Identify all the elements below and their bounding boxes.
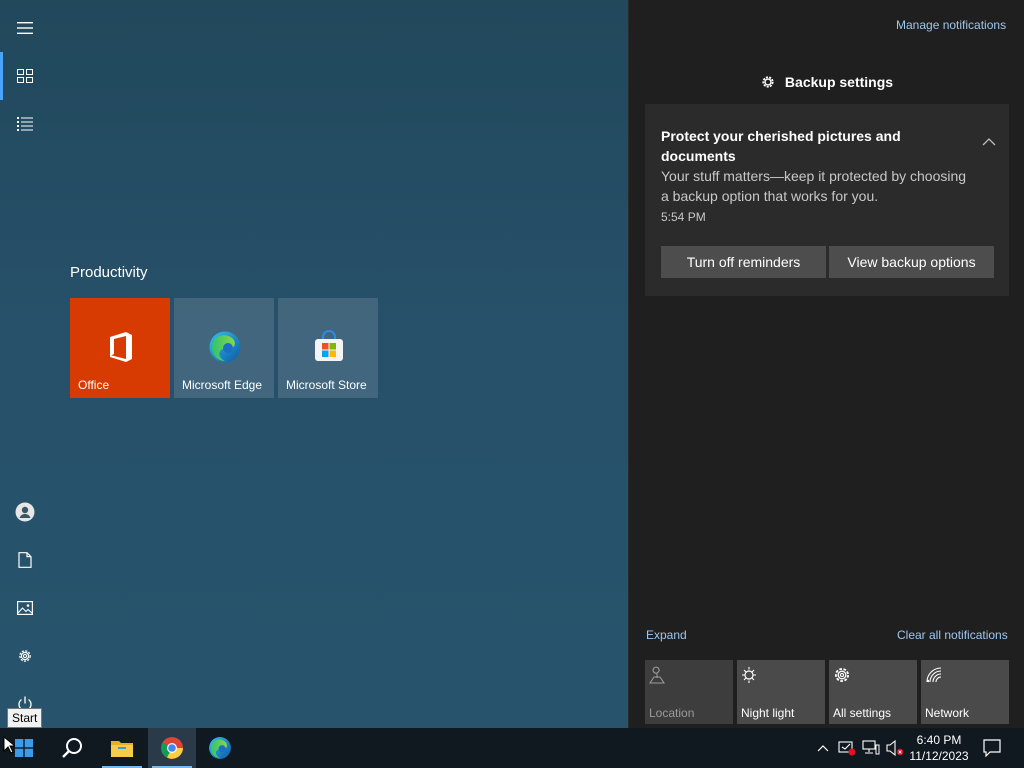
store-icon <box>315 330 343 361</box>
tile-label: Office <box>78 378 110 392</box>
expand-menu-button[interactable] <box>0 4 50 52</box>
picture-icon <box>17 601 33 615</box>
windows-logo-icon <box>15 739 33 757</box>
file-explorer-button[interactable] <box>98 728 146 768</box>
action-center-button[interactable] <box>981 737 1003 759</box>
all-apps-button[interactable] <box>0 100 50 148</box>
expand-link[interactable]: Expand <box>646 628 687 642</box>
mouse-cursor-icon <box>3 736 15 754</box>
quick-action-label: All settings <box>833 706 892 720</box>
hamburger-icon <box>17 22 33 34</box>
quick-action-network[interactable]: Network <box>921 660 1009 724</box>
quick-action-label: Location <box>649 706 695 720</box>
gear-icon <box>19 650 31 662</box>
edge-icon <box>209 737 231 759</box>
office-icon <box>110 332 132 362</box>
quick-action-all-settings[interactable]: All settings <box>829 660 917 724</box>
notification-card[interactable]: Protect your cherished pictures and docu… <box>645 104 1009 296</box>
clear-all-notifications-link[interactable]: Clear all notifications <box>897 628 1008 642</box>
tile-microsoft-edge[interactable]: Microsoft Edge <box>174 298 274 398</box>
start-rail <box>0 0 50 728</box>
pinned-tiles-button[interactable] <box>0 52 50 100</box>
settings-button[interactable] <box>0 632 50 680</box>
chrome-button[interactable] <box>148 728 196 768</box>
clock-time: 6:40 PM <box>916 733 962 747</box>
edge-button[interactable] <box>196 728 244 768</box>
notification-body: Your stuff matters—keep it protected by … <box>661 168 967 204</box>
start-menu: Start Productivity Office Microsoft Edge… <box>0 0 628 728</box>
notification-app-name: Backup settings <box>784 74 894 90</box>
quick-action-label: Night light <box>741 706 795 720</box>
search-icon <box>62 738 82 758</box>
clock-date: 11/12/2023 <box>909 749 969 763</box>
gear-icon <box>762 76 774 88</box>
list-icon <box>17 117 33 131</box>
taskbar: 6:40 PM 11/12/2023 <box>0 728 1024 768</box>
action-center: Manage notifications Backup settings Pro… <box>628 0 1024 728</box>
tiles-icon <box>17 69 33 83</box>
user-icon <box>15 502 35 522</box>
notification-icon <box>983 739 1001 757</box>
folder-icon <box>111 741 133 757</box>
quick-action-label: Network <box>925 706 970 720</box>
gear-icon <box>835 668 849 682</box>
night-light-icon <box>742 667 756 683</box>
network-icon <box>926 667 942 683</box>
quick-action-location[interactable]: Location <box>645 660 733 724</box>
edge-icon <box>209 331 241 363</box>
user-account-button[interactable] <box>0 488 50 536</box>
notification-time: 5:54 PM <box>661 210 706 224</box>
view-backup-options-button[interactable]: View backup options <box>829 246 994 278</box>
pictures-button[interactable] <box>0 584 50 632</box>
tile-group-title[interactable]: Productivity <box>70 264 148 281</box>
tile-label: Microsoft Edge <box>182 378 263 392</box>
quick-action-night-light[interactable]: Night light <box>737 660 825 724</box>
turn-off-reminders-button[interactable]: Turn off reminders <box>661 246 826 278</box>
manage-notifications-link[interactable]: Manage notifications <box>896 18 1006 32</box>
location-icon <box>649 666 665 684</box>
notification-title: Protect your cherished pictures and docu… <box>661 128 901 164</box>
tray-volume-button[interactable] <box>885 738 905 758</box>
tile-microsoft-store[interactable]: Microsoft Store <box>278 298 378 398</box>
tile-office[interactable]: Office <box>70 298 170 398</box>
notification-app-header[interactable]: Backup settings <box>629 74 1024 90</box>
taskbar-clock[interactable]: 6:40 PM 11/12/2023 <box>904 732 974 764</box>
start-tooltip: Start <box>7 708 43 728</box>
chevron-up-icon <box>817 745 829 752</box>
search-button[interactable] <box>48 728 96 768</box>
network-wired-icon <box>862 740 880 755</box>
tray-network-button[interactable] <box>861 738 881 758</box>
chevron-up-icon[interactable] <box>981 136 997 148</box>
documents-button[interactable] <box>0 536 50 584</box>
tile-label: Microsoft Store <box>286 378 367 392</box>
security-alert-icon <box>838 741 856 756</box>
show-hidden-icons-button[interactable] <box>813 738 833 758</box>
tray-security-button[interactable] <box>837 738 857 758</box>
volume-muted-icon <box>886 740 904 756</box>
chrome-icon <box>161 737 183 759</box>
document-icon <box>18 552 32 568</box>
